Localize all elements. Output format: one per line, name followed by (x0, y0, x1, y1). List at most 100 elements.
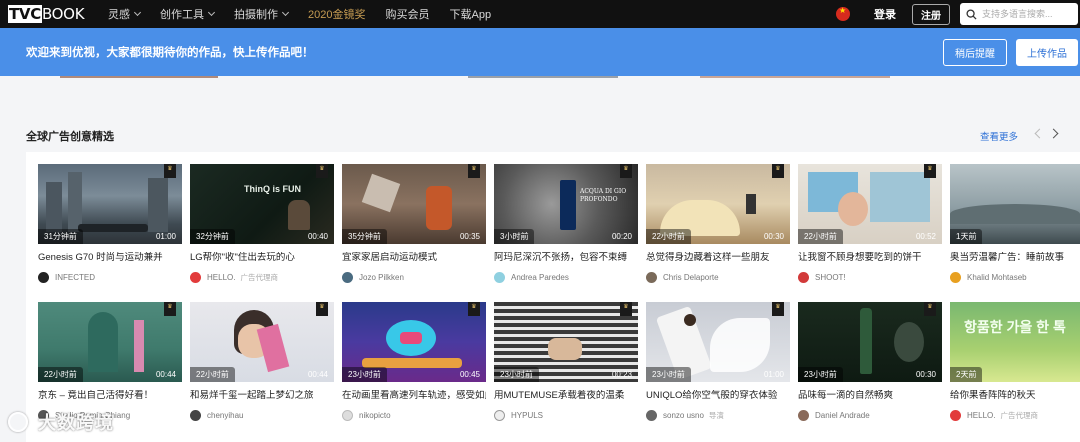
author-info[interactable]: SHOOT! (798, 271, 942, 283)
video-card[interactable]: ♛ 22小时前 00:44 京东 – 竟出自己活得好看！ Studio Pami… (38, 302, 182, 421)
author-info[interactable]: chenyihau (190, 409, 334, 421)
video-card[interactable]: ♛ 22小时前 00:30 总觉得身边藏着这样一些朋友 Chris Delapo… (646, 164, 790, 283)
logo-prefix: TVC (8, 5, 42, 23)
video-title[interactable]: 宜家家居启动运动模式 (342, 252, 486, 264)
author-info[interactable]: HELLO. 广告代理商 (950, 409, 1080, 421)
video-thumbnail[interactable]: ♛ 22小时前 00:52 (798, 164, 942, 244)
author-info[interactable]: Andrea Paredes (494, 271, 638, 283)
nav-item-golden-lens-award[interactable]: 2020金镜奖 (308, 6, 365, 22)
video-title[interactable]: 总觉得身边藏着这样一些朋友 (646, 252, 790, 264)
nav-item-membership[interactable]: 购买会员 (385, 6, 429, 22)
award-badge-icon: ♛ (772, 302, 784, 316)
video-duration: 00:23 (611, 370, 632, 379)
register-button[interactable]: 注册 (912, 3, 950, 25)
see-more-link[interactable]: 查看更多 (980, 129, 1018, 143)
award-badge-icon: ♛ (924, 302, 936, 316)
nav-item-inspiration[interactable]: 灵感 (108, 6, 142, 22)
nav-label: 购买会员 (385, 9, 430, 21)
video-duration: 00:44 (155, 370, 176, 379)
nav-item-production[interactable]: 拍摄制作 (234, 6, 290, 22)
video-card[interactable]: ♛ 23小时前 01:00 UNIQLO给你空气般的穿衣体验 sonzo usn… (646, 302, 790, 421)
video-thumbnail[interactable]: 1天前 (950, 164, 1080, 244)
video-thumbnail[interactable]: ♛ 22小时前 00:44 (190, 302, 334, 382)
video-card[interactable]: 1天前 奥当劳温馨广告：睡前故事 Khalid Mohtaseb (950, 164, 1080, 283)
author-info[interactable]: Daniel Andrade (798, 409, 942, 421)
remind-later-button[interactable]: 稍后提醒 (943, 39, 1007, 66)
video-card[interactable]: ACQUA DI GIO PROFONDO ♛ 3小时前 00:20 阿玛尼深沉… (494, 164, 638, 283)
author-info[interactable]: Khalid Mohtaseb (950, 271, 1080, 283)
watermark-text: 大数跨境 (38, 413, 114, 433)
time-ago: 1天前 (950, 229, 983, 244)
video-duration: 01:00 (763, 370, 784, 379)
video-thumbnail[interactable]: ACQUA DI GIO PROFONDO ♛ 3小时前 00:20 (494, 164, 638, 244)
language-flag-icon[interactable] (836, 6, 850, 21)
avatar (190, 271, 201, 283)
author-info[interactable]: sonzo usno 导演 (646, 409, 790, 421)
avatar (342, 409, 353, 421)
upload-work-button[interactable]: 上传作品 (1016, 39, 1078, 66)
author-info[interactable]: Chris Delaporte (646, 271, 790, 283)
login-button[interactable]: 登录 (874, 6, 896, 22)
watermark-logo-icon (8, 412, 28, 432)
video-card[interactable]: ♛ 23小时前 00:30 品味每一滴的自然畅爽 Daniel Andrade (798, 302, 942, 421)
author-info[interactable]: HELLO. 广告代理商 (190, 271, 334, 283)
video-card[interactable]: ♛ 23小时前 00:45 在动画里看高速列车轨迹，感受如此... nikopi… (342, 302, 486, 421)
video-title[interactable]: 京东 – 竟出自己活得好看！ (38, 390, 182, 402)
avatar (38, 271, 49, 283)
video-duration: 00:35 (459, 232, 480, 241)
video-title[interactable]: Genesis G70 时尚与运动兼并 (38, 252, 182, 264)
video-thumbnail[interactable]: ThinQ is FUN ♛ 32分钟前 00:40 (190, 164, 334, 244)
video-duration: 00:20 (611, 232, 632, 241)
thumbnail-caption: ThinQ is FUN (244, 184, 301, 194)
video-card[interactable]: ♛ 22小时前 00:44 和易烊千玺一起踏上梦幻之旅 chenyihau (190, 302, 334, 421)
award-badge-icon: ♛ (468, 302, 480, 316)
nav-item-download-app[interactable]: 下载App (449, 6, 491, 22)
video-title[interactable]: 让我窗不顾身想要吃到的饼干 (798, 252, 942, 264)
video-thumbnail[interactable]: 항품한 가을 한 톡 2天前 (950, 302, 1080, 382)
video-thumbnail[interactable]: ♛ 22小时前 00:44 (38, 302, 182, 382)
video-thumbnail[interactable]: ♛ 35分钟前 00:35 (342, 164, 486, 244)
avatar (798, 409, 809, 421)
video-title[interactable]: 奥当劳温馨广告：睡前故事 (950, 252, 1080, 264)
video-thumbnail[interactable]: ♛ 23小时前 00:23 (494, 302, 638, 382)
video-card[interactable]: ♛ 35分钟前 00:35 宜家家居启动运动模式 Jozo Pilkken (342, 164, 486, 283)
video-thumbnail[interactable]: ♛ 31分钟前 01:00 (38, 164, 182, 244)
author-name: sonzo usno (663, 410, 704, 420)
video-thumbnail[interactable]: ♛ 23小时前 00:30 (798, 302, 942, 382)
video-card[interactable]: ♛ 22小时前 00:52 让我窗不顾身想要吃到的饼干 SHOOT! (798, 164, 942, 283)
search-input[interactable] (982, 9, 1076, 19)
video-card[interactable]: ♛ 31分钟前 01:00 Genesis G70 时尚与运动兼并 INFECT… (38, 164, 182, 283)
carousel-peek (468, 76, 618, 78)
video-title[interactable]: 品味每一滴的自然畅爽 (798, 390, 942, 402)
author-name: chenyihau (207, 410, 244, 420)
video-thumbnail[interactable]: ♛ 23小时前 01:00 (646, 302, 790, 382)
award-badge-icon: ♛ (164, 164, 176, 178)
video-duration: 00:30 (915, 370, 936, 379)
video-title[interactable]: UNIQLO给你空气般的穿衣体验 (646, 390, 790, 402)
nav-item-creative-tools[interactable]: 创作工具 (160, 6, 216, 22)
video-title[interactable]: 在动画里看高速列车轨迹，感受如此... (342, 390, 486, 402)
video-thumbnail[interactable]: ♛ 22小时前 00:30 (646, 164, 790, 244)
video-title[interactable]: 和易烊千玺一起踏上梦幻之旅 (190, 390, 334, 402)
video-title[interactable]: 给你果香阵阵的秋天 (950, 390, 1080, 402)
video-card[interactable]: ThinQ is FUN ♛ 32分钟前 00:40 LG帮你"收"住出去玩的心… (190, 164, 334, 283)
site-logo[interactable]: TVC BOOK (0, 0, 92, 28)
video-card[interactable]: 항품한 가을 한 톡 2天前 给你果香阵阵的秋天 HELLO. 广告代理商 (950, 302, 1080, 421)
award-badge-icon: ♛ (164, 302, 176, 316)
author-info[interactable]: Jozo Pilkken (342, 271, 486, 283)
author-tag: 广告代理商 (240, 272, 278, 282)
nav-label: 2020金镜奖 (308, 9, 366, 21)
award-badge-icon: ♛ (316, 164, 328, 178)
video-thumbnail[interactable]: ♛ 23小时前 00:45 (342, 302, 486, 382)
video-title[interactable]: 用MUTEMUSE承载着夜的温柔 (494, 390, 638, 402)
video-title[interactable]: 阿玛尼深沉不张扬，包容不束缚 (494, 252, 638, 264)
award-badge-icon: ♛ (924, 164, 936, 178)
video-card[interactable]: ♛ 23小时前 00:23 用MUTEMUSE承载着夜的温柔 HYPULS (494, 302, 638, 421)
video-title[interactable]: LG帮你"收"住出去玩的心 (190, 252, 334, 264)
creative-grid: ♛ 31分钟前 01:00 Genesis G70 时尚与运动兼并 INFECT… (26, 152, 1080, 442)
author-info[interactable]: nikopicto (342, 409, 486, 421)
search-box[interactable] (960, 3, 1078, 25)
author-info[interactable]: HYPULS (494, 409, 638, 421)
time-ago: 23小时前 (342, 367, 387, 382)
author-info[interactable]: INFECTED (38, 271, 182, 283)
